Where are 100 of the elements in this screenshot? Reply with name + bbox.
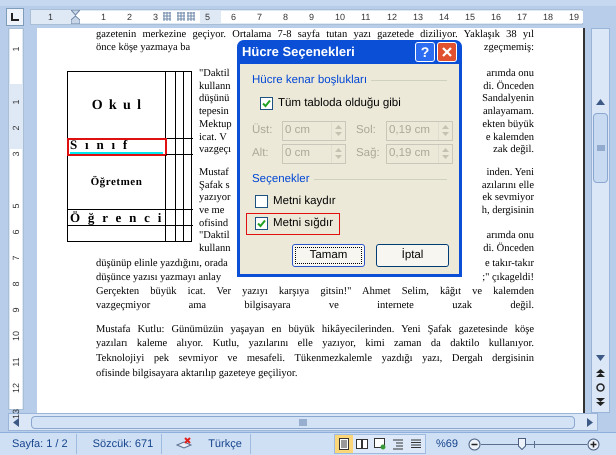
arrow-left-icon[interactable] (13, 418, 19, 426)
zoom-percent[interactable]: %69 (436, 436, 458, 452)
text-fragment: önce köşe yazmaya ba (96, 41, 190, 55)
checkbox-label: Metni sığdır (273, 216, 334, 232)
zoom-in-icon[interactable] (587, 438, 600, 450)
text-line: gazetenin merkezine geçiyor. Ortalama 7-8 sayfa tutan yazı gazetede diziliyor. Yaklaşık 38 yıl (96, 29, 534, 40)
vertical-scrollbar[interactable] (591, 28, 610, 413)
text-fragment: ek sevmiyor (482, 192, 534, 206)
ruler-number: 6 (11, 228, 21, 237)
dialog-button[interactable]: İptal (376, 244, 449, 267)
checkbox-label: Metni kaydır (273, 194, 336, 210)
text-fragment: düşünüp elinle yazdığını, orada (96, 256, 228, 271)
ruler-number: 7 (257, 11, 262, 24)
word-count: Sözcük: 671 (92, 436, 154, 452)
open-book-icon (356, 438, 368, 450)
text-fragment: azılarını elle (482, 180, 534, 192)
zoom-slider[interactable] (481, 438, 587, 450)
group-label: Seçenekler (252, 172, 310, 186)
text-fragment: "Daktil (199, 68, 230, 81)
previous-page-icon[interactable] (596, 369, 605, 377)
table-cell-text: Öğrenci (70, 210, 163, 224)
help-button[interactable]: ? (415, 42, 435, 62)
ruler-number: 9 (309, 11, 314, 24)
document-icon (338, 438, 350, 450)
ruler-number: 11 (361, 11, 370, 24)
page-count: Sayfa: 1 / 2 (12, 436, 68, 452)
slider-thumb[interactable] (518, 438, 526, 450)
tab-selector-button[interactable] (6, 8, 24, 26)
text-fragment: Sandalyenin (482, 93, 534, 106)
view-button[interactable] (334, 435, 353, 453)
close-icon (442, 47, 452, 57)
corner-tab-icon (11, 13, 19, 21)
text-fragment: Mustaf (199, 166, 229, 180)
text-fragment: di. Önceden (483, 243, 534, 256)
column-marker-icon[interactable] (187, 12, 195, 21)
text-fragment: zak değil. (493, 144, 534, 157)
text-line: Mustafa Kutlu: Günümüzün yaşayan en büyük hikâyecilerinden. Yeni Şafak gazetesinde köşe (96, 322, 534, 337)
text-line: ofisinde bilgisayara aktarılıp gazeteye geçiliyor. (96, 366, 298, 381)
column-marker-icon[interactable] (163, 12, 171, 21)
checkbox-row[interactable]: Metni sığdır (246, 212, 340, 235)
ruler-number: 16 (491, 11, 502, 24)
grip-icon (299, 418, 307, 426)
select-object-icon[interactable] (596, 383, 605, 392)
text-fragment: anlayamam. (482, 106, 534, 119)
field-label: Üst: (252, 122, 274, 138)
checkbox-row[interactable]: Metni kaydır (246, 190, 340, 213)
text-fragment: tepesin (199, 106, 229, 119)
book-error-icon[interactable] (176, 437, 192, 451)
view-button[interactable] (370, 435, 389, 453)
text-fragment: ofisind (199, 218, 228, 230)
text-fragment: di. Önceden (483, 80, 534, 94)
text-fragment: inden. Yeni (486, 166, 534, 180)
text-fragment: icat. V (199, 132, 227, 144)
lines-icon (410, 438, 422, 450)
checkbox[interactable] (260, 97, 273, 110)
text-line: Gerçekten büyük icat. Ver yazıyı karşıya gitsin!" Ahmet Selim, kâğıt ve kalemden (96, 284, 534, 299)
ruler-number: 11 (11, 356, 21, 369)
view-button[interactable] (352, 435, 371, 453)
text-fragment: e kalemden (486, 132, 534, 144)
text-fragment: h, dergisinin (482, 205, 534, 218)
ruler-number: 7 (11, 254, 21, 263)
ruler-number: 2 (127, 11, 132, 24)
ruler-number: 9 (11, 306, 21, 315)
ruler-number: 18 (543, 11, 554, 24)
arrow-up-icon[interactable] (596, 99, 605, 105)
checkbox[interactable] (255, 195, 268, 208)
dialog-button[interactable]: Tamam (292, 244, 365, 267)
ruler-number: 12 (387, 11, 398, 24)
language-label[interactable]: Türkçe (208, 436, 242, 452)
text-line: yazıları kaleme alıyor. Kutlu, yazılarını elle yazıyor, kimi zaman da daktilo kullanıyor. (96, 337, 534, 352)
ruler-number: 13 (11, 408, 21, 421)
ruler-number: 12 (11, 382, 21, 395)
ruler-number: 2 (11, 124, 21, 133)
checkbox-label: Tüm tabloda olduğu gibi (278, 96, 401, 112)
ruler-number: 5 (205, 11, 210, 24)
ruler-number: 8 (283, 11, 288, 24)
ruler-number: 14 (439, 11, 450, 24)
dialog-title: Hücre Seçenekleri (242, 43, 355, 62)
checkbox[interactable] (255, 217, 268, 230)
scroll-thumb[interactable] (593, 113, 608, 183)
arrow-down-icon[interactable] (596, 355, 605, 361)
text-fragment: arımda onu (486, 230, 534, 242)
arrow-right-icon[interactable] (587, 418, 593, 426)
zoom-out-icon[interactable] (468, 438, 481, 450)
text-fragment: ;" çıkageldi! (482, 270, 534, 285)
text-fragment: e takır-takır (484, 256, 534, 271)
close-button[interactable] (437, 42, 457, 62)
indent-marker-icon[interactable] (71, 10, 80, 24)
ruler-number: 1 (11, 98, 21, 107)
ruler-number: 10 (11, 330, 21, 343)
ruler-number: 15 (465, 11, 476, 24)
table-cell-text: Sınıf (70, 138, 163, 155)
next-page-icon[interactable] (596, 398, 605, 406)
view-button[interactable] (406, 435, 425, 453)
scroll-thumb[interactable] (31, 416, 575, 428)
group-label: Hücre kenar boşlukları (252, 73, 368, 88)
text-fragment: "Daktil (199, 230, 230, 244)
text-fragment: vazgeçı (199, 144, 232, 157)
column-marker-icon[interactable] (177, 12, 185, 21)
field-label: Alt: (252, 146, 270, 161)
